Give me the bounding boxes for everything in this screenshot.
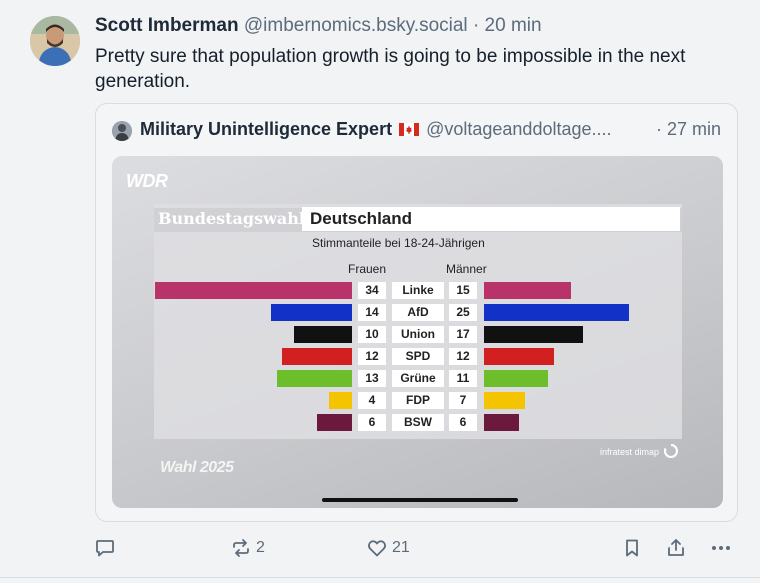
bookmark-button[interactable] — [621, 535, 643, 561]
source-logo-icon — [663, 443, 678, 459]
quoted-author-handle: @voltageanddoltage.... — [426, 119, 612, 139]
source-label: infratest dimap — [600, 443, 678, 459]
quoted-author-name: Military Unintelligence Expert — [140, 119, 393, 139]
graphic-subtitle: Stimmanteile bei 18-24-Jährigen — [312, 236, 485, 250]
party-label: SPD — [392, 348, 444, 365]
men-value: 17 — [449, 326, 477, 343]
like-button[interactable]: 21 — [366, 535, 410, 561]
women-bar-union — [294, 326, 352, 343]
party-label: AfD — [392, 304, 444, 321]
wahl-logo: Wahl 2025 — [160, 459, 234, 476]
repost-button[interactable]: 2 — [230, 535, 265, 561]
women-value: 34 — [358, 282, 386, 299]
quoted-header: Military Unintelligence Expert @voltagea… — [140, 119, 612, 140]
bookmark-icon — [626, 539, 638, 557]
post-header: Scott Imberman @imbernomics.bsky.social … — [95, 15, 542, 37]
video-progress-bar[interactable] — [322, 498, 518, 502]
post: Scott Imberman @imbernomics.bsky.social … — [0, 0, 760, 583]
men-bar-bsw — [484, 414, 519, 431]
women-bar-spd — [282, 348, 352, 365]
women-value: 14 — [358, 304, 386, 321]
party-label: Union — [392, 326, 444, 343]
women-header: Frauen — [348, 262, 387, 276]
men-header: Männer — [446, 262, 487, 276]
women-value: 6 — [358, 414, 386, 431]
author-avatar[interactable] — [30, 16, 80, 66]
men-value: 25 — [449, 304, 477, 321]
reply-icon — [96, 540, 114, 557]
quoted-time: · 27 min — [655, 119, 721, 139]
quoted-post[interactable]: Military Unintelligence Expert @voltagea… — [95, 103, 738, 522]
women-value: 12 — [358, 348, 386, 365]
men-bar-union — [484, 326, 583, 343]
quoted-author-avatar — [112, 121, 132, 141]
women-value: 4 — [358, 392, 386, 409]
action-bar: 2 21 — [0, 535, 760, 565]
source-text: infratest dimap — [600, 447, 660, 457]
party-label: BSW — [392, 414, 444, 431]
repost-count: 2 — [256, 539, 265, 556]
women-bar-afd — [270, 304, 352, 321]
men-value: 6 — [449, 414, 477, 431]
author-name[interactable]: Scott Imberman — [95, 15, 239, 36]
graphic-title-right: Deutschland — [310, 209, 413, 228]
like-count: 21 — [392, 539, 410, 556]
party-label: Grüne — [392, 370, 444, 387]
men-value: 7 — [449, 392, 477, 409]
author-handle[interactable]: @imbernomics.bsky.social — [244, 15, 468, 36]
women-bar-grüne — [276, 370, 352, 387]
men-bar-linke — [484, 282, 571, 299]
share-button[interactable] — [665, 535, 687, 561]
men-bar-afd — [484, 304, 629, 321]
election-graphic: Bundestagswahl Deutschland Stimmanteile … — [154, 204, 682, 439]
women-bar-bsw — [317, 414, 352, 431]
men-bar-fdp — [484, 392, 525, 409]
more-icon — [712, 546, 730, 550]
women-value: 10 — [358, 326, 386, 343]
video-thumbnail[interactable]: WDR Bundestagswahl Deutschland Stimmante… — [112, 156, 723, 508]
post-time[interactable]: · 20 min — [473, 15, 542, 36]
women-bar-linke — [154, 282, 352, 299]
reply-button[interactable] — [94, 535, 116, 561]
share-icon — [668, 539, 684, 556]
men-bar-spd — [484, 348, 554, 365]
heart-icon — [368, 540, 386, 557]
men-value: 11 — [449, 370, 477, 387]
divider — [0, 577, 760, 578]
women-bar-fdp — [328, 392, 352, 409]
more-button[interactable] — [709, 535, 733, 561]
canada-flag-icon — [399, 120, 420, 136]
wdr-logo: WDR — [126, 171, 168, 191]
men-value: 12 — [449, 348, 477, 365]
women-value: 13 — [358, 370, 386, 387]
men-bar-grüne — [484, 370, 548, 387]
repost-icon — [233, 539, 249, 557]
graphic-title-left: Bundestagswahl — [158, 209, 305, 228]
party-label: Linke — [392, 282, 444, 299]
party-label: FDP — [392, 392, 444, 409]
men-value: 15 — [449, 282, 477, 299]
post-text: Pretty sure that population growth is go… — [95, 46, 686, 92]
